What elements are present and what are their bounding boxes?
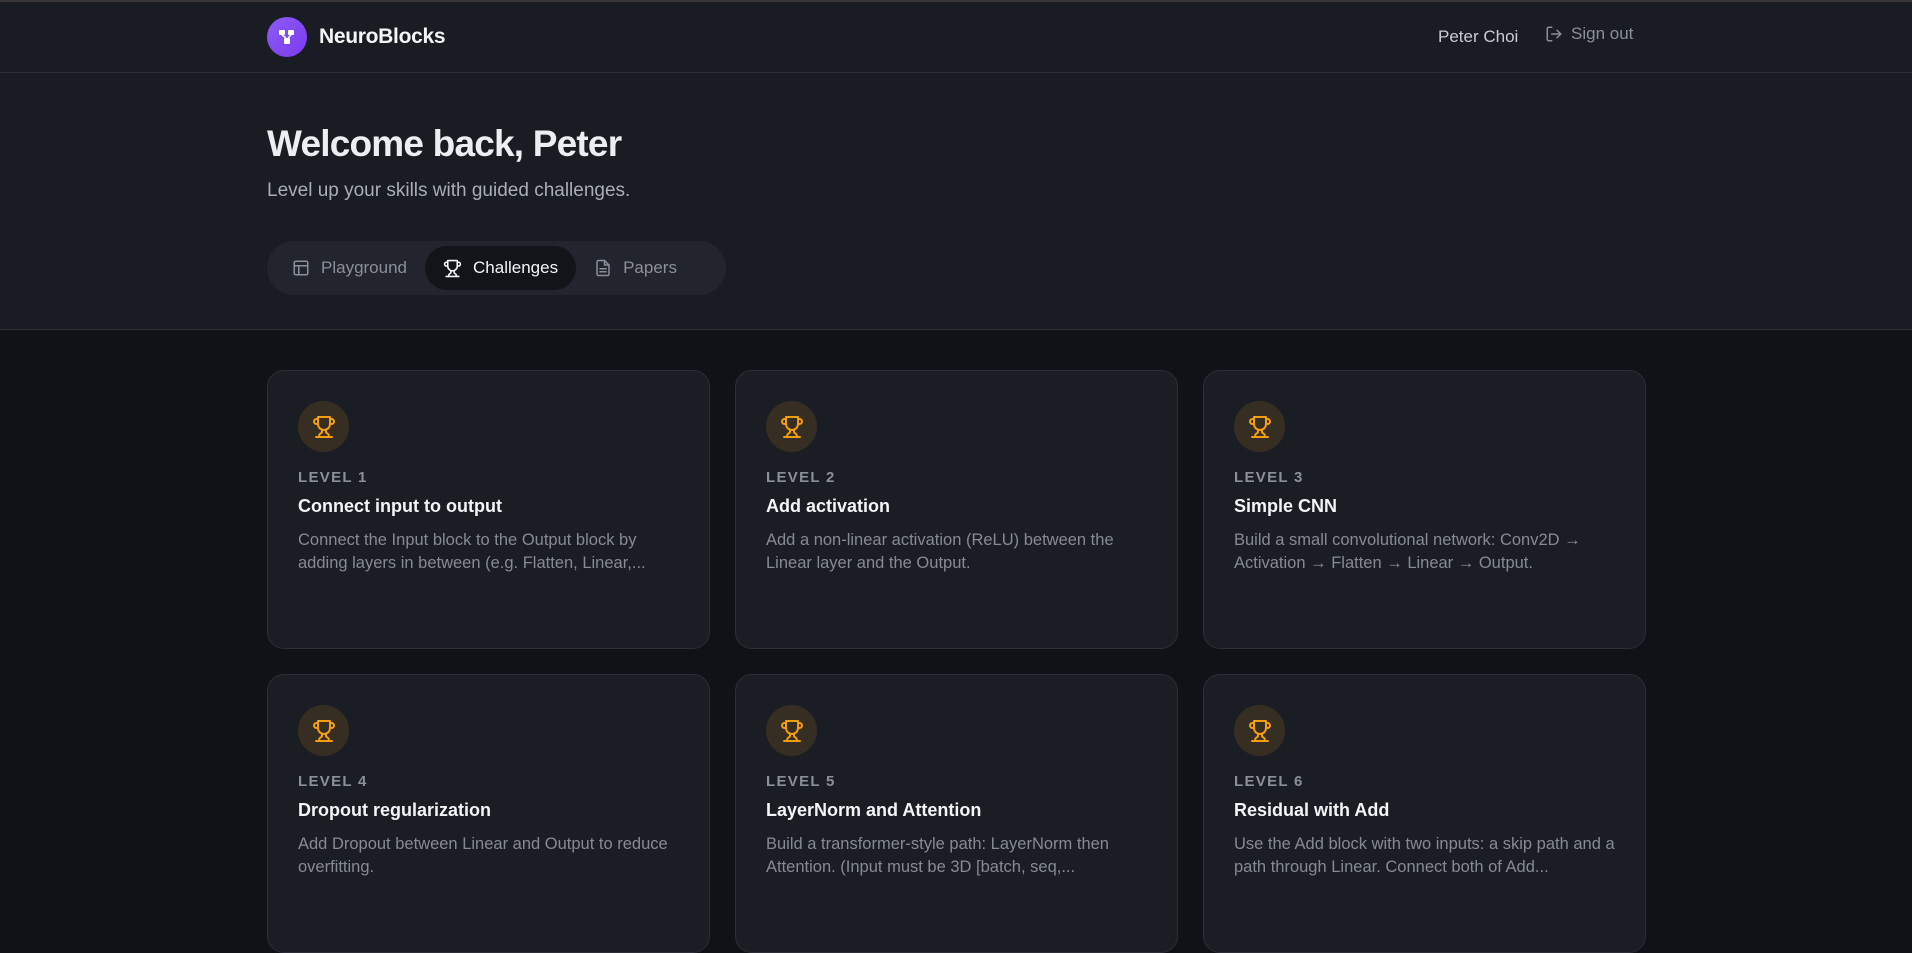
trophy-badge <box>1234 401 1285 452</box>
challenge-card[interactable]: LEVEL 4 Dropout regularization Add Dropo… <box>267 674 710 953</box>
trophy-icon <box>1248 415 1271 438</box>
user-name: Peter Choi <box>1438 27 1519 46</box>
layout-icon <box>293 260 309 276</box>
sign-out-icon <box>1546 26 1562 42</box>
challenge-level: LEVEL 2 <box>766 469 836 486</box>
trophy-badge <box>766 401 817 452</box>
hero-section: Welcome back, Peter Level up your skills… <box>0 73 1912 330</box>
app-logo-icon <box>267 17 307 57</box>
document-icon <box>596 259 610 277</box>
trophy-icon <box>1248 719 1271 742</box>
challenge-card[interactable]: LEVEL 6 Residual with Add Use the Add bl… <box>1203 674 1646 953</box>
trophy-icon <box>312 719 335 742</box>
tab-challenges[interactable]: Challenges <box>425 246 577 290</box>
challenge-description: Add a non-linear activation (ReLU) betwe… <box>766 531 1114 572</box>
page-subtitle: Level up your skills with guided challen… <box>267 180 631 201</box>
trophy-badge <box>1234 705 1285 756</box>
trophy-icon <box>780 415 803 438</box>
sign-out-button[interactable]: Sign out <box>1545 24 1633 44</box>
brand[interactable]: NeuroBlocks <box>267 17 446 57</box>
tab-papers[interactable]: Papers <box>576 246 695 290</box>
challenge-description: Connect the Input block to the Output bl… <box>298 531 646 572</box>
top-bar: NeuroBlocks Peter Choi Sign out <box>0 0 1912 73</box>
challenge-title: Dropout regularization <box>298 800 491 820</box>
tab-label: Papers <box>623 258 677 277</box>
challenge-card[interactable]: LEVEL 1 Connect input to output Connect … <box>267 370 710 649</box>
trophy-badge <box>298 401 349 452</box>
challenge-card[interactable]: LEVEL 5 LayerNorm and Attention Build a … <box>735 674 1178 953</box>
trophy-icon <box>312 415 335 438</box>
challenge-title: Residual with Add <box>1234 800 1390 820</box>
trophy-icon <box>780 719 803 742</box>
challenge-title: LayerNorm and Attention <box>766 800 982 820</box>
tab-label: Challenges <box>473 258 559 277</box>
challenge-level: LEVEL 1 <box>298 469 368 486</box>
challenge-level: LEVEL 4 <box>298 773 368 790</box>
challenge-description: Build a transformer-style path: LayerNor… <box>766 835 1109 876</box>
challenge-title: Connect input to output <box>298 496 502 516</box>
tab-playground[interactable]: Playground <box>274 246 425 290</box>
challenge-level: LEVEL 3 <box>1234 469 1304 486</box>
tab-label: Playground <box>321 258 408 277</box>
challenge-description: Add Dropout between Linear and Output to… <box>298 835 668 876</box>
challenge-description: Build a small convolutional network: Con… <box>1234 531 1581 572</box>
challenge-card[interactable]: LEVEL 3 Simple CNN Build a small convolu… <box>1203 370 1646 649</box>
page-title: Welcome back, Peter <box>267 123 622 164</box>
challenge-card[interactable]: LEVEL 2 Add activation Add a non-linear … <box>735 370 1178 649</box>
challenge-level: LEVEL 5 <box>766 773 836 790</box>
sign-out-label: Sign out <box>1571 24 1634 43</box>
challenge-title: Simple CNN <box>1234 496 1338 516</box>
app-name: NeuroBlocks <box>319 25 446 48</box>
trophy-badge <box>298 705 349 756</box>
challenge-title: Add activation <box>766 496 891 516</box>
challenge-description: Use the Add block with two inputs: a ski… <box>1234 835 1615 876</box>
tab-bar: Playground Challenges Papers <box>267 241 726 295</box>
trophy-icon <box>443 259 462 277</box>
challenge-level: LEVEL 6 <box>1234 773 1304 790</box>
trophy-badge <box>766 705 817 756</box>
